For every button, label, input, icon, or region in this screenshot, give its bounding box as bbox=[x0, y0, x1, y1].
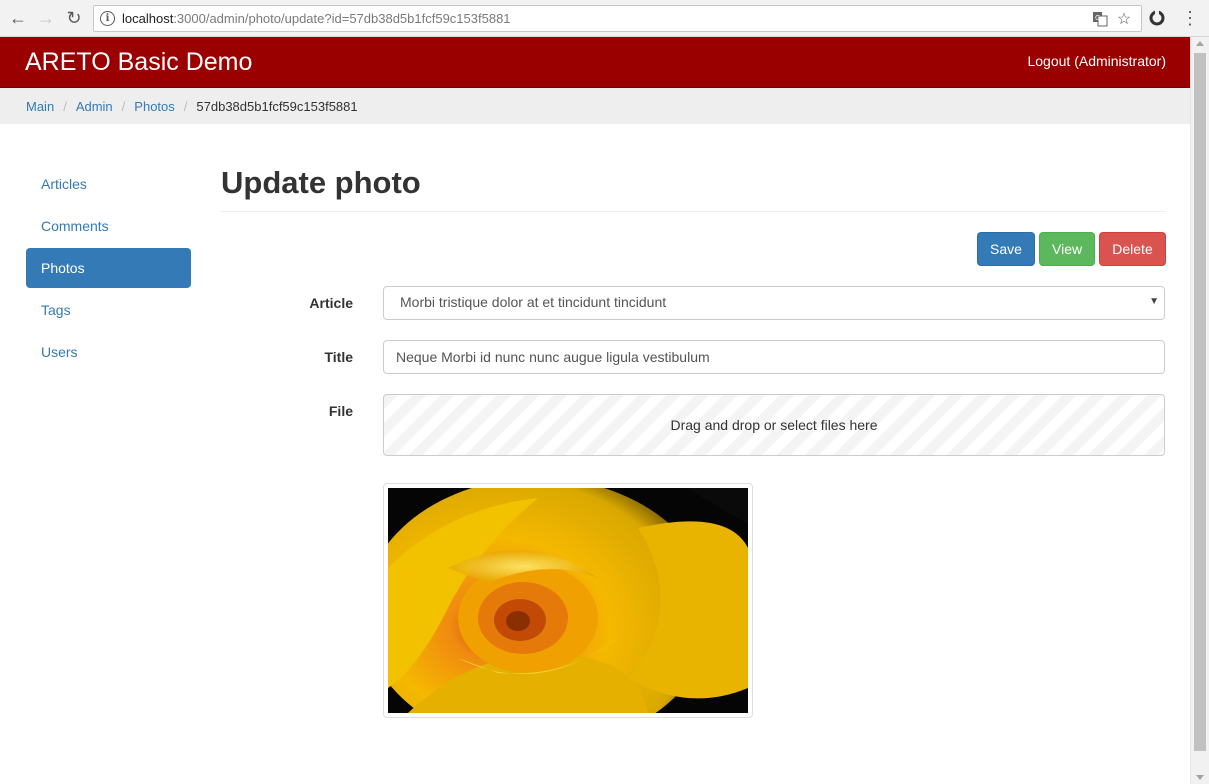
sidebar-item-articles[interactable]: Articles bbox=[26, 164, 191, 204]
breadcrumb-main[interactable]: Main bbox=[26, 99, 54, 114]
sidebar-nav: Articles Comments Photos Tags Users bbox=[26, 164, 191, 374]
save-button[interactable]: Save bbox=[977, 232, 1035, 266]
delete-button[interactable]: Delete bbox=[1099, 232, 1166, 266]
address-url[interactable]: localhost:3000/admin/photo/update?id=57d… bbox=[122, 11, 511, 26]
address-bar[interactable]: i localhost:3000/admin/photo/update?id=5… bbox=[93, 5, 1142, 32]
page-title: Update photo bbox=[221, 165, 421, 200]
caret-down-icon: ▼ bbox=[1149, 296, 1159, 307]
title-input[interactable]: Neque Morbi id nunc nunc augue ligula ve… bbox=[383, 340, 1165, 374]
dropzone-text: Drag and drop or select files here bbox=[670, 417, 878, 433]
title-label: Title bbox=[324, 349, 353, 365]
article-select[interactable]: Morbi tristique dolor at et tincidunt ti… bbox=[383, 286, 1165, 320]
url-path: :3000/admin/photo/update?id=57db38d5b1fc… bbox=[173, 11, 511, 26]
scroll-up-icon[interactable] bbox=[1196, 41, 1204, 46]
extension-icon[interactable] bbox=[1147, 8, 1167, 28]
sidebar-item-tags[interactable]: Tags bbox=[26, 290, 191, 330]
sidebar-item-comments[interactable]: Comments bbox=[26, 206, 191, 246]
yellow-rose-image bbox=[388, 488, 748, 713]
file-dropzone[interactable]: Drag and drop or select files here bbox=[383, 394, 1165, 456]
scroll-down-icon[interactable] bbox=[1196, 775, 1204, 780]
title-divider bbox=[221, 211, 1166, 212]
translate-icon[interactable]: G bbox=[1091, 9, 1109, 29]
file-label: File bbox=[328, 403, 353, 419]
info-icon[interactable]: i bbox=[100, 11, 115, 26]
reload-icon[interactable]: ↻ bbox=[64, 8, 84, 28]
breadcrumb: Main / Admin / Photos / 57db38d5b1fcf59c… bbox=[0, 88, 1190, 124]
article-label: Article bbox=[309, 295, 353, 311]
sidebar-item-users[interactable]: Users bbox=[26, 332, 191, 372]
breadcrumb-current: 57db38d5b1fcf59c153f5881 bbox=[196, 98, 358, 114]
breadcrumb-photos[interactable]: Photos bbox=[134, 99, 174, 114]
app-navbar: ARETO Basic Demo Logout (Administrator) bbox=[0, 37, 1190, 88]
breadcrumb-separator: / bbox=[183, 98, 188, 114]
back-arrow-icon[interactable]: ← bbox=[8, 8, 28, 28]
star-icon[interactable]: ☆ bbox=[1115, 9, 1133, 29]
photo-thumbnail bbox=[383, 483, 753, 718]
logout-link[interactable]: Logout (Administrator) bbox=[1027, 53, 1166, 69]
brand-title[interactable]: ARETO Basic Demo bbox=[25, 48, 252, 77]
page-scrollbar[interactable] bbox=[1190, 37, 1209, 784]
breadcrumb-separator: / bbox=[121, 98, 126, 114]
sidebar-item-photos[interactable]: Photos bbox=[26, 248, 191, 288]
article-select-value: Morbi tristique dolor at et tincidunt ti… bbox=[400, 294, 667, 310]
breadcrumb-separator: / bbox=[63, 98, 67, 114]
svg-text:G: G bbox=[1095, 14, 1100, 22]
url-host: localhost bbox=[122, 11, 174, 26]
scrollbar-thumb[interactable] bbox=[1194, 53, 1206, 751]
forward-arrow-icon[interactable]: → bbox=[36, 8, 56, 28]
view-button[interactable]: View bbox=[1039, 232, 1095, 266]
browser-toolbar: ← → ↻ i localhost:3000/admin/photo/updat… bbox=[0, 0, 1209, 37]
breadcrumb-admin[interactable]: Admin bbox=[76, 99, 113, 114]
menu-dots-icon[interactable]: ⋮ bbox=[1180, 8, 1200, 28]
